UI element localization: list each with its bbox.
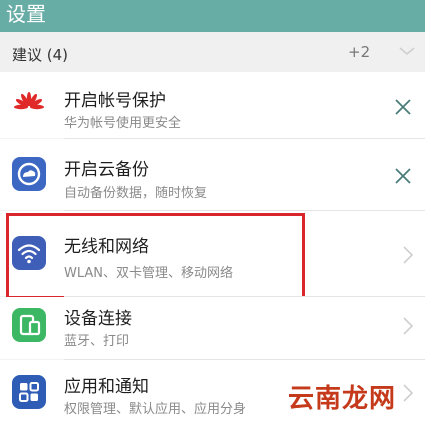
list-item-cloud-backup[interactable]: 开启云备份 自动备份数据，随时恢复: [0, 139, 425, 210]
item-subtitle: 华为帐号使用更安全: [64, 116, 182, 131]
item-title: 开启帐号保护: [64, 91, 166, 111]
apps-icon: [12, 375, 46, 409]
cloud-backup-icon: [12, 157, 46, 191]
item-title: 开启云备份: [64, 160, 149, 180]
suggestions-more-count: +2: [348, 43, 371, 61]
chevron-right-icon: [403, 317, 414, 335]
item-subtitle: 权限管理、默认应用、应用分身: [64, 402, 247, 417]
list-item-account-protection[interactable]: 开启帐号保护 华为帐号使用更安全: [0, 72, 425, 138]
item-title: 设备连接: [64, 309, 132, 329]
close-icon[interactable]: [392, 96, 414, 118]
chevron-right-icon: [403, 246, 414, 264]
highlight-box: [6, 213, 305, 299]
huawei-logo-icon: [12, 88, 46, 122]
suggestions-header[interactable]: 建议 (4) +2: [0, 32, 425, 72]
close-icon[interactable]: [392, 165, 414, 187]
list-item-device-connection[interactable]: 设备连接 蓝牙、打印: [0, 297, 425, 359]
chevron-right-icon: [403, 384, 414, 402]
device-connection-icon: [12, 308, 46, 342]
watermark: 云南龙网: [288, 384, 397, 414]
chevron-down-icon[interactable]: [397, 41, 417, 61]
item-subtitle: 自动备份数据，随时恢复: [64, 186, 208, 201]
suggestions-label: 建议 (4): [12, 46, 69, 64]
item-subtitle: 蓝牙、打印: [64, 334, 130, 349]
app-header: 设置: [0, 0, 425, 32]
page-title: 设置: [6, 2, 46, 26]
item-title: 应用和通知: [64, 377, 149, 397]
